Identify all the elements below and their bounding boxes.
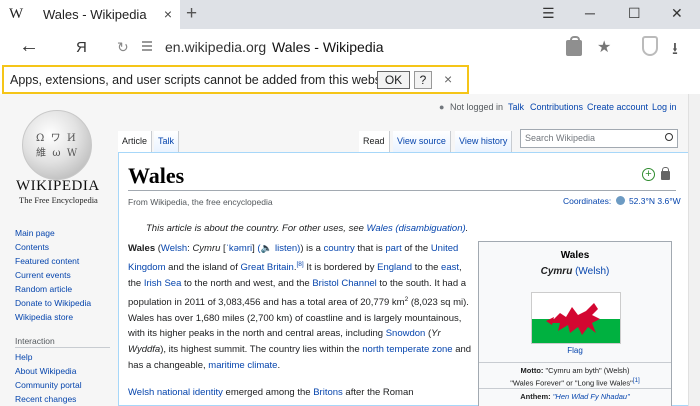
personal-talk-link[interactable]: Talk: [508, 102, 524, 112]
title-divider: [128, 190, 676, 191]
tab-view-source[interactable]: View source: [393, 131, 451, 152]
not-logged-in: Not logged in: [450, 102, 504, 112]
native-language-link[interactable]: (Welsh): [575, 266, 609, 277]
sidebar-item-main-page[interactable]: Main page: [15, 228, 55, 238]
sidebar-item-store[interactable]: Wikipedia store: [15, 312, 73, 322]
protected-lock-icon[interactable]: [661, 167, 670, 180]
sidebar-heading-interaction: Interaction: [15, 336, 55, 346]
help-button[interactable]: ?: [414, 71, 432, 89]
lock-icon[interactable]: [566, 36, 582, 56]
anthem-link[interactable]: "Hen Wlad Fy Nhadau": [553, 392, 630, 401]
flag-of-wales-image[interactable]: [531, 292, 621, 344]
close-infobar-icon[interactable]: ×: [444, 71, 452, 87]
tab-read[interactable]: Read: [359, 131, 390, 152]
infobox-title: Wales: [560, 250, 590, 261]
hatnote-end: .: [465, 223, 469, 234]
article-subtitle: From Wikipedia, the free encyclopedia: [128, 197, 273, 207]
flag-caption-link[interactable]: Flag: [479, 346, 671, 355]
back-arrow-icon[interactable]: ←: [19, 35, 39, 58]
protect-shield-icon[interactable]: [642, 36, 658, 56]
article-lead-paragraph: Wales (Welsh: Cymru [ˈkəmri] (🔈 listen))…: [128, 243, 472, 371]
sidebar-item-featured-content[interactable]: Featured content: [15, 256, 79, 266]
p2-end: after the Roman: [342, 387, 414, 398]
motto-translation: "Wales Forever" or "Long live Wales": [510, 378, 633, 388]
infobox: Wales Cymru (Welsh) Flag Motto: "Cymru a…: [478, 241, 672, 406]
minimize-icon[interactable]: ─: [585, 5, 595, 21]
wikipedia-tagline: The Free Encyclopedia: [19, 195, 98, 205]
article-second-paragraph: Welsh national identity emerged among th…: [128, 387, 414, 398]
motto-label: Motto:: [520, 366, 544, 375]
sidebar-item-recent-changes[interactable]: Recent changes: [15, 394, 76, 404]
motto-value: "Cymru am byth" (Welsh): [545, 366, 630, 375]
globe-icon: [615, 196, 625, 205]
tab-view-history[interactable]: View history: [455, 131, 513, 152]
user-icon: ●: [439, 102, 445, 112]
menu-icon[interactable]: ☰: [542, 5, 555, 22]
wikipedia-favicon-icon: W: [9, 6, 24, 22]
sidebar-item-help[interactable]: Help: [15, 352, 32, 362]
sidebar-item-current-events[interactable]: Current events: [15, 270, 71, 280]
create-account-link[interactable]: Create account: [587, 102, 648, 112]
good-article-plus-icon[interactable]: +: [642, 168, 655, 181]
scrollbar[interactable]: [688, 94, 700, 406]
tab-article[interactable]: Article: [118, 131, 153, 152]
reload-icon[interactable]: ↻: [117, 39, 129, 56]
red-dragon-icon: [546, 303, 600, 335]
sidebar-item-donate[interactable]: Donate to Wikipedia: [15, 298, 91, 308]
yandex-icon[interactable]: Я: [76, 39, 87, 56]
sidebar-item-about[interactable]: About Wikipedia: [15, 366, 76, 376]
browser-toolbar: ← Я ↻ en.wikipedia.org Wales - Wikipedia…: [0, 29, 700, 66]
sidebar-item-community-portal[interactable]: Community portal: [15, 380, 82, 390]
coordinates[interactable]: Coordinates: 52.3°N 3.6°W: [563, 196, 681, 206]
close-tab-icon[interactable]: ×: [164, 6, 172, 22]
welsh-identity-link[interactable]: Welsh national identity: [128, 387, 223, 398]
infobox-motto: Motto: "Cymru am byth" (Welsh) "Wales Fo…: [479, 362, 671, 389]
download-icon[interactable]: ⭳: [672, 36, 678, 65]
coordinates-label: Coordinates:: [563, 196, 612, 206]
wikipedia-wordmark[interactable]: WIKIPEDIA: [16, 178, 100, 195]
browser-tab[interactable]: W Wales - Wikipedia ×: [0, 0, 180, 29]
bookmark-star-icon[interactable]: ★: [597, 37, 611, 57]
disambiguation-link[interactable]: Wales (disambiguation): [367, 223, 466, 234]
native-name: Cymru: [540, 266, 573, 277]
maximize-icon[interactable]: ☐: [628, 5, 641, 22]
infobar-message: Apps, extensions, and user scripts canno…: [10, 73, 398, 87]
site-info-icon[interactable]: [142, 41, 152, 53]
infobox-anthem: Anthem: "Hen Wlad Fy Nhadau": [479, 388, 671, 402]
infobox-native-name: Cymru (Welsh): [479, 266, 671, 277]
contributions-link[interactable]: Contributions: [530, 102, 583, 112]
sidebar-divider: [15, 347, 110, 348]
page-title: Wales: [128, 163, 185, 188]
address-bar-title[interactable]: Wales - Wikipedia: [272, 39, 384, 55]
search-placeholder: Search Wikipedia: [525, 133, 596, 143]
extension-warning-bar: Apps, extensions, and user scripts canno…: [2, 65, 469, 94]
tab-title: Wales - Wikipedia: [43, 7, 147, 22]
ok-button[interactable]: OK: [377, 71, 410, 89]
search-input[interactable]: Search Wikipedia: [520, 129, 678, 148]
wikipedia-globe-logo[interactable]: [22, 110, 92, 180]
coordinates-value[interactable]: 52.3°N 3.6°W: [629, 196, 681, 206]
tab-strip: W Wales - Wikipedia × + ☰ ─ ☐ ✕: [0, 0, 700, 29]
sidebar-item-contents[interactable]: Contents: [15, 242, 49, 252]
address-bar-host[interactable]: en.wikipedia.org: [165, 39, 266, 55]
motto-ref[interactable]: [1]: [633, 377, 640, 384]
anthem-label: Anthem:: [520, 392, 551, 401]
window-close-icon[interactable]: ✕: [671, 5, 683, 22]
hatnote: This article is about the country. For o…: [146, 223, 468, 234]
sidebar-item-random-article[interactable]: Random article: [15, 284, 72, 294]
new-tab-icon[interactable]: +: [186, 3, 197, 25]
tab-talk[interactable]: Talk: [154, 131, 180, 152]
log-in-link[interactable]: Log in: [652, 102, 677, 112]
britons-link[interactable]: Britons: [313, 387, 343, 398]
hatnote-text: This article is about the country. For o…: [146, 223, 367, 234]
p2-mid: emerged among the: [222, 387, 314, 398]
search-icon[interactable]: [665, 133, 673, 141]
